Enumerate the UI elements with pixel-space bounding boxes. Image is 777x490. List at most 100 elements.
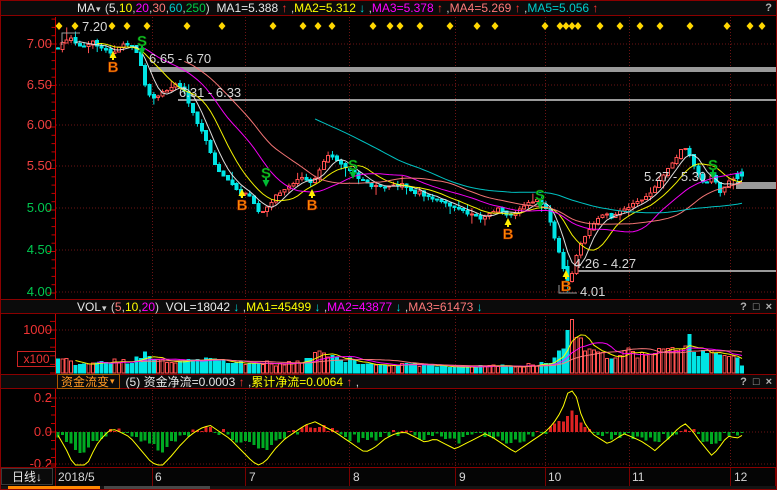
date-label: 9 [459,470,466,484]
horizontal-scrollbar[interactable] [0,486,777,490]
ma-lines [75,42,742,266]
vol-values: VOL=18042 ↓ ,MA1=45499 ↓ ,MA2=43877 ↓ ,M… [166,300,483,314]
svg-text:6.31 - 6.33: 6.31 - 6.33 [179,85,241,100]
vol-value: MA2=43877 [327,300,392,314]
flow-axis-label: 0.0 [8,424,52,439]
ma-values: MA1=5.388 ↑ ,MA2=5.312 ↓ ,MA3=5.378 ↑ ,M… [216,1,598,15]
date-separator [775,468,776,486]
date-separator [152,468,153,486]
svg-text:B: B [237,197,248,214]
flow-value: 资金净流=0.0003 [144,375,236,389]
svg-text:B: B [307,197,318,214]
price-annotations: 7.206.65 - 6.706.31 - 6.335.27 - 5.304.2… [62,19,706,299]
ma-param: ) [206,1,217,15]
close-icon[interactable]: × [766,376,772,388]
close-icon[interactable]: × [766,301,772,313]
ma-value: MA1=5.388 [216,1,278,15]
volume-indicator-header: VOL▾ (5,10,20) VOL=18042 ↓ ,MA1=45499 ↓ … [0,299,777,314]
price-axis-label: 4.00 [8,284,52,299]
moneyflow-values: 资金净流=0.0003 ↑ ,累计净流=0.0064 ↑ , [140,373,359,390]
vol-indicator-label: VOL [77,300,101,314]
main-indicator-header: MA▾ (5,10,20,30,60,250) MA1=5.388 ↑ , MA2… [0,0,777,16]
maximize-icon[interactable]: □ [753,301,760,313]
ma-param-value: 20 [136,1,149,15]
arrow-up-icon: ↑ [589,1,598,15]
ma-value: MA3=5.378 [372,1,434,15]
date-label: 2018/5 [58,470,95,484]
date-separator [245,468,246,486]
chevron-down-icon: ▾ [96,4,101,14]
arrow-up-icon: ↑ [434,1,443,15]
flow: , [352,375,359,389]
price-axis-label: 6.50 [8,77,52,92]
ma-param-value: 10 [119,1,132,15]
grid-lines [56,17,775,466]
svg-text:B: B [561,278,572,295]
ma-params: (5,10,20,30,60,250) [102,1,217,15]
date-separator [629,468,630,486]
ma-value: MA2=5.312 [294,1,356,15]
chevron-down-icon: ▾ [110,376,115,387]
ma-indicator-label: MA [77,1,95,15]
scrollbar-thumb[interactable] [8,486,100,489]
vol-param-value: 20 [142,300,155,314]
flow-value: 累计净流=0.0064 [251,375,343,389]
help-icon[interactable]: ? [740,301,747,313]
vol-value: MA3=61473 [408,300,473,314]
vol-indicator-dropdown[interactable]: VOL▾ [57,286,108,328]
ma-indicator-dropdown[interactable]: MA▾ [57,0,102,29]
moneyflow-indicator-label: 资金流变 [61,373,109,390]
price-axis-label: 5.00 [8,200,52,215]
vol-value: MA1=45499 [246,300,311,314]
help-icon[interactable]: ? [765,2,772,14]
period-label: 日线 [12,468,36,485]
date-separator [455,468,456,486]
date-label: 6 [155,470,162,484]
arrow-down-icon: ↓ [230,300,239,314]
event-diamond-icons[interactable] [56,22,766,30]
moneyflow-indicator-header: 资金流变▾ (5) 资金净流=0.0003 ↑ ,累计净流=0.0064 ↑ ,… [0,374,777,389]
help-icon[interactable]: ? [740,376,747,388]
vol-param: ( [108,300,115,314]
arrow-down-icon: ↓ [356,1,365,15]
price-axis-label: 5.50 [8,158,52,173]
date-separator [349,468,350,486]
date-separator [730,468,731,486]
vol-param: ) [155,300,166,314]
moneyflow-param: (5) [126,375,141,389]
svg-text:5.27 - 5.30: 5.27 - 5.30 [644,169,706,184]
date-axis: 2018/56789101112 [0,467,777,486]
flow-header-icons: ? □ × [740,375,772,388]
ma-param: ( [102,1,109,15]
chart-canvas: BSBSBSBSBS7.206.65 - 6.706.31 - 6.335.27… [0,0,777,490]
volume-unit-label: x100 [17,351,56,367]
moneyflow-indicator-dropdown[interactable]: 资金流变▾ [57,374,120,389]
ma-param-value: 60 [169,1,182,15]
period-selector[interactable]: 日线↓ [1,468,53,485]
date-label: 11 [632,470,644,484]
maximize-icon[interactable]: □ [753,376,760,388]
moneyflow-line [58,391,742,465]
chevron-down-icon: ▾ [102,303,107,313]
ma: , [365,1,372,15]
volume-axis-label: 1000 [8,322,52,337]
arrow-up-icon: ↑ [235,375,244,389]
date-separator [55,468,56,486]
stock-chart-window: BSBSBSBSBS7.206.65 - 6.706.31 - 6.335.27… [0,0,777,490]
arrow-down-icon: ↓ [36,470,42,484]
price-axis-label: 7.00 [8,36,52,51]
date-label: 10 [548,470,561,484]
svg-text:4.26 - 4.27: 4.26 - 4.27 [574,256,636,271]
svg-text:4.01: 4.01 [580,284,605,299]
vol-param-value: 10 [125,300,138,314]
scrollbar-segment [104,486,210,489]
arrow-down-icon: ↓ [473,300,482,314]
date-separator [545,468,546,486]
arrow-down-icon: ↓ [392,300,401,314]
vol-params: (5,10,20) [108,300,166,314]
price-axis-label: 6.00 [8,117,52,132]
svg-text:B: B [503,226,514,243]
ma-value: MA4=5.269 [450,1,512,15]
flow-axis-label: 0.2 [8,390,52,405]
vol-param-value: 5 [115,300,122,314]
